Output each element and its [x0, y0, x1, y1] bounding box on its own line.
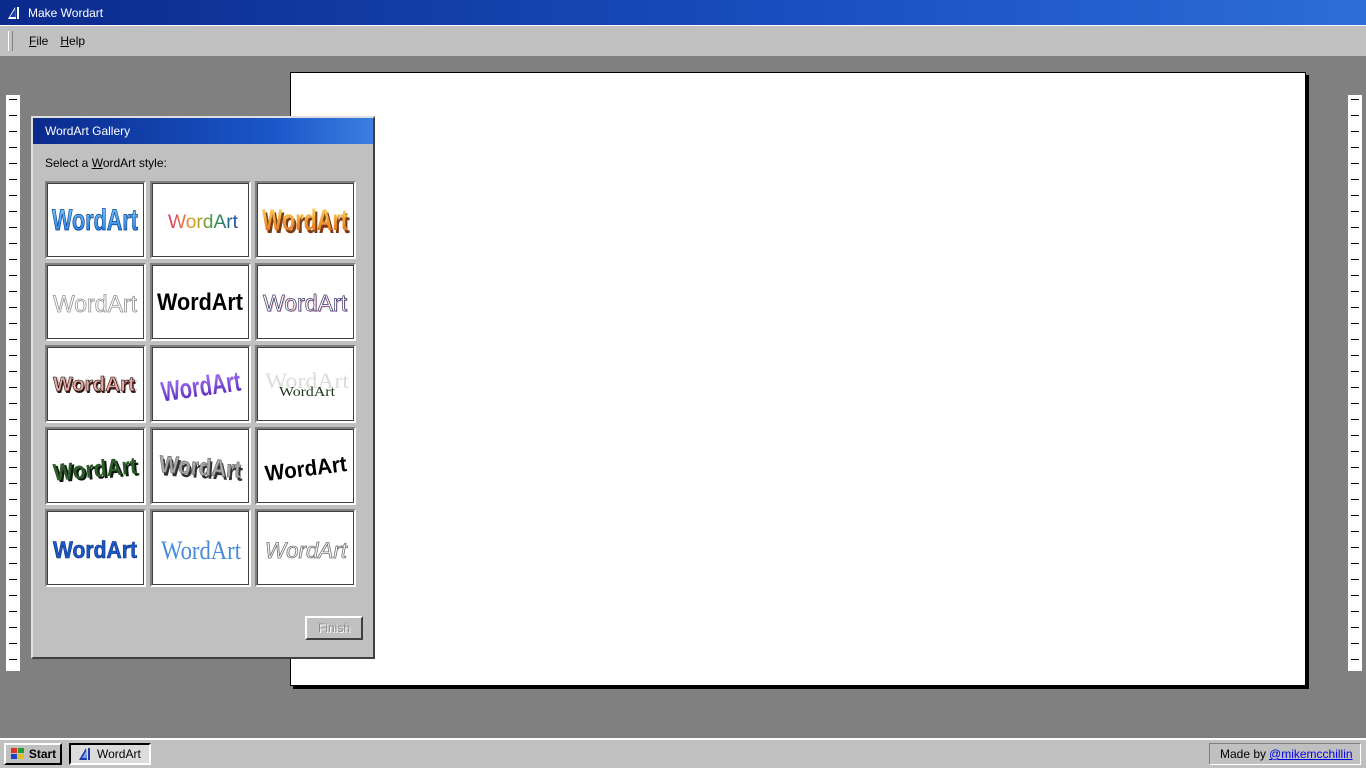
wordart-preview-icon: WordArt: [52, 204, 139, 238]
svg-text:WordArt: WordArt: [158, 451, 242, 484]
wordart-style-tile[interactable]: WordArt: [150, 345, 251, 423]
svg-text:WordArt: WordArt: [53, 537, 137, 564]
ruler-cap-top: [6, 57, 20, 95]
wordart-style-tile[interactable]: WordArt: [150, 509, 251, 587]
wordart-preview-icon: WordArt WordArt: [158, 451, 244, 487]
svg-text:WordArt: WordArt: [53, 291, 137, 318]
credit-link[interactable]: @mikemcchillin: [1269, 747, 1353, 761]
wordart-style-tile[interactable]: WordArt WordArt WordArt: [45, 345, 146, 423]
wordart-preview-icon: WordArt: [265, 538, 349, 564]
wordart-preview-icon: WordArt WordArt WordArt: [53, 374, 138, 398]
document-canvas[interactable]: [290, 72, 1306, 686]
wordart-style-tile[interactable]: WordArt WordArt: [255, 263, 356, 341]
svg-text:WordArt: WordArt: [161, 536, 242, 565]
wordart-style-tile[interactable]: WordArt: [150, 181, 251, 259]
taskbar-wordart-button[interactable]: WordArt: [69, 743, 151, 765]
wordart-preview-icon: WordArt WordArt: [262, 204, 350, 240]
wordart-style-tile[interactable]: WordArt WordArt: [45, 427, 146, 505]
ruler-cap-bottom: [1348, 671, 1362, 738]
wordart-preview-icon: WordArt WordArt: [52, 452, 140, 488]
windows-flag-icon: [10, 748, 24, 759]
start-label: Start: [28, 747, 57, 761]
menu-help[interactable]: Help: [54, 32, 91, 50]
wordart-preview-icon: WordArt WordArt: [263, 290, 349, 317]
svg-text:WordArt: WordArt: [157, 289, 243, 316]
svg-text:WordArt: WordArt: [159, 366, 243, 408]
ruler-left: [2, 57, 24, 738]
credit-text: Made by: [1220, 747, 1267, 761]
wordart-style-tile[interactable]: WordArt: [255, 427, 356, 505]
dialog-prompt: Select a WordArt style:: [45, 156, 167, 170]
wordart-preview-icon: WordArt: [161, 536, 242, 565]
wordart-preview-icon: WordArt: [168, 212, 239, 233]
wordart-style-tile[interactable]: WordArt: [150, 263, 251, 341]
svg-text:WordArt: WordArt: [264, 451, 349, 486]
svg-text:WordArt: WordArt: [279, 385, 335, 400]
dialog-title: WordArt Gallery: [33, 118, 373, 144]
credit-area: Made by @mikemcchillin: [1209, 743, 1361, 765]
wordart-style-tile[interactable]: WordArt WordArt: [255, 181, 356, 259]
taskbar-wordart-label: WordArt: [97, 747, 141, 761]
wordart-style-tile[interactable]: WordArt: [45, 509, 146, 587]
title-bar: Make Wordart: [0, 0, 1366, 25]
wordart-style-grid: WordArt WordArt WordArt WordArt WordArt: [45, 181, 356, 587]
svg-text:WordArt: WordArt: [168, 212, 239, 233]
menu-grip: [8, 31, 13, 51]
wordart-app-icon: [79, 748, 90, 760]
ruler-cap-bottom: [6, 671, 20, 738]
wordart-preview-icon: WordArt WordArt: [265, 368, 349, 400]
wordart-style-tile[interactable]: WordArt: [45, 181, 146, 259]
svg-text:WordArt: WordArt: [53, 374, 135, 396]
wordart-style-tile[interactable]: WordArt WordArt: [150, 427, 251, 505]
ruler-right: [1344, 57, 1366, 738]
wordart-app-icon: [8, 6, 19, 19]
menu-file[interactable]: File: [23, 32, 54, 50]
wordart-gallery-dialog: WordArt Gallery Select a WordArt style: …: [31, 116, 375, 659]
start-button[interactable]: Start: [4, 743, 62, 765]
wordart-preview-icon: WordArt: [53, 291, 138, 319]
wordart-style-tile[interactable]: WordArt: [45, 263, 146, 341]
window-title: Make Wordart: [28, 5, 104, 20]
svg-text:WordArt: WordArt: [52, 204, 138, 237]
finish-button[interactable]: Finish: [305, 616, 363, 640]
wordart-preview-icon: WordArt: [159, 366, 243, 408]
taskbar: Start WordArt Made by @mikemcchillin: [0, 738, 1366, 768]
wordart-style-tile[interactable]: WordArt: [255, 509, 356, 587]
wordart-preview-icon: WordArt: [157, 289, 243, 316]
menu-bar: File Help: [0, 25, 1366, 57]
svg-text:WordArt: WordArt: [263, 290, 348, 316]
wordart-preview-icon: WordArt: [53, 537, 138, 565]
ruler-cap-top: [1348, 57, 1362, 95]
svg-text:WordArt: WordArt: [262, 204, 348, 237]
wordart-preview-icon: WordArt: [264, 451, 349, 486]
wordart-style-tile[interactable]: WordArt WordArt: [255, 345, 356, 423]
svg-text:WordArt: WordArt: [265, 538, 348, 563]
